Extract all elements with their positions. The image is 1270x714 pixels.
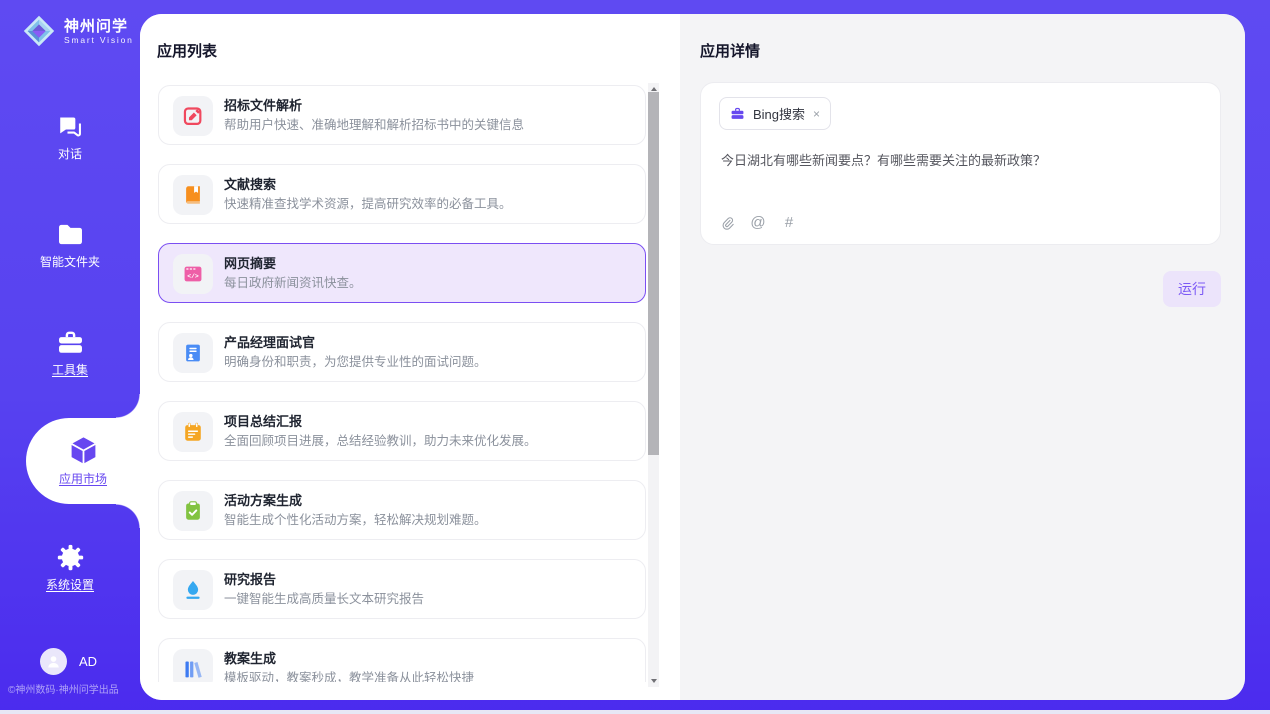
sidebar-active-bubble: 应用市场 xyxy=(26,418,140,504)
app-desc: 明确身份和职责，为您提供专业性的面试问题。 xyxy=(224,351,633,370)
app-desc: 快速精准查找学术资源，提高研究效率的必备工具。 xyxy=(224,193,633,212)
app-desc: 全面回顾项目进展，总结经验教训，助力未来优化发展。 xyxy=(224,430,633,449)
hash-icon[interactable]: # xyxy=(781,215,797,231)
brand-title: 神州问学 xyxy=(64,18,134,35)
browser-code-icon: </> xyxy=(173,254,213,294)
user-name: AD xyxy=(79,654,97,669)
sidebar-footer-text: ©神州数码·神州问学出品 xyxy=(8,681,119,696)
app-list: 招标文件解析 帮助用户快速、准确地理解和解析招标书中的关键信息 文献搜索 快速精… xyxy=(140,83,680,682)
app-logo: 神州问学 Smart Vision xyxy=(20,12,134,50)
scroll-down-arrow[interactable] xyxy=(648,675,659,687)
close-icon[interactable]: × xyxy=(813,108,820,120)
app-list-scrollbar[interactable] xyxy=(648,83,659,687)
app-card-project-summary[interactable]: 项目总结汇报 全面回顾项目进展，总结经验教训，助力未来优化发展。 xyxy=(158,401,646,461)
calendar-icon xyxy=(173,412,213,452)
app-title: 项目总结汇报 xyxy=(224,411,302,430)
app-card-research-report[interactable]: 研究报告 一键智能生成高质量长文本研究报告 xyxy=(158,559,646,619)
app-card-web-summary-selected[interactable]: </> 网页摘要 每日政府新闻资讯快查。 xyxy=(158,243,646,303)
doc-person-icon xyxy=(173,333,213,373)
brand-subtitle: Smart Vision xyxy=(64,35,134,45)
app-title: 产品经理面试官 xyxy=(224,332,315,351)
pen-square-icon xyxy=(173,96,213,136)
gear-icon xyxy=(56,543,85,572)
folder-icon xyxy=(56,220,85,249)
briefcase-icon xyxy=(730,106,745,121)
app-desc: 每日政府新闻资讯快查。 xyxy=(224,272,633,291)
app-card-event-plan[interactable]: 活动方案生成 智能生成个性化活动方案，轻松解决规划难题。 xyxy=(158,480,646,540)
app-title: 研究报告 xyxy=(224,569,276,588)
sidebar-item-label: 智能文件夹 xyxy=(40,253,100,270)
detail-panel: 应用详情 Bing搜索 × 今日湖北有哪些新闻要点？有哪些需要关注的最新政策？ … xyxy=(680,14,1245,700)
app-title: 教案生成 xyxy=(224,648,276,667)
sidebar-item-label: 工具集 xyxy=(52,361,88,378)
run-button[interactable]: 运行 xyxy=(1163,271,1221,307)
app-card-pm-interviewer[interactable]: 产品经理面试官 明确身份和职责，为您提供专业性的面试问题。 xyxy=(158,322,646,382)
window-bottom-edge xyxy=(0,710,1270,714)
detail-panel-title: 应用详情 xyxy=(700,40,760,61)
scrollbar-thumb[interactable] xyxy=(648,92,659,455)
app-card-lesson-plan[interactable]: 教案生成 模板驱动，教案秒成，教学准备从此轻松快捷 xyxy=(158,638,646,682)
app-desc: 模板驱动，教案秒成，教学准备从此轻松快捷 xyxy=(224,667,633,682)
books-icon xyxy=(173,649,213,682)
at-icon[interactable]: @ xyxy=(750,215,766,231)
sidebar-item-app-market[interactable]: 应用市场 xyxy=(26,418,140,504)
sidebar-item-toolset[interactable]: 工具集 xyxy=(0,328,140,378)
app-title: 招标文件解析 xyxy=(224,95,302,114)
app-card-bid-doc-parse[interactable]: 招标文件解析 帮助用户快速、准确地理解和解析招标书中的关键信息 xyxy=(158,85,646,145)
sidebar-item-chat[interactable]: 对话 xyxy=(0,112,140,162)
chat-icon xyxy=(56,112,85,141)
ink-drop-icon xyxy=(173,570,213,610)
app-desc: 智能生成个性化活动方案，轻松解决规划难题。 xyxy=(224,509,633,528)
content-shell: 应用列表 招标文件解析 帮助用户快速、准确地理解和解析招标书中的关键信息 文献搜… xyxy=(140,14,1245,700)
app-desc: 帮助用户快速、准确地理解和解析招标书中的关键信息 xyxy=(224,114,633,133)
user-icon xyxy=(45,653,62,670)
sidebar-item-smart-folder[interactable]: 智能文件夹 xyxy=(0,220,140,270)
app-desc: 一键智能生成高质量长文本研究报告 xyxy=(224,588,633,607)
tool-tag-bing-search[interactable]: Bing搜索 × xyxy=(719,97,831,130)
app-title: 文献搜索 xyxy=(224,174,276,193)
paperclip-icon[interactable] xyxy=(719,215,735,231)
app-card-literature-search[interactable]: 文献搜索 快速精准查找学术资源，提高研究效率的必备工具。 xyxy=(158,164,646,224)
composer-toolbar: @ # xyxy=(719,215,797,231)
cube-icon xyxy=(68,435,99,466)
user-account[interactable]: AD xyxy=(40,648,97,675)
avatar xyxy=(40,648,67,675)
query-input[interactable]: 今日湖北有哪些新闻要点？有哪些需要关注的最新政策？ xyxy=(721,151,1200,170)
sidebar-item-label: 对话 xyxy=(58,145,82,162)
sidebar-item-label: 应用市场 xyxy=(59,470,107,487)
apps-panel-title: 应用列表 xyxy=(157,40,217,61)
app-title: 网页摘要 xyxy=(224,253,276,272)
book-icon xyxy=(173,175,213,215)
sidebar-item-label: 系统设置 xyxy=(46,576,94,593)
toolbox-icon xyxy=(56,328,85,357)
tool-tag-label: Bing搜索 xyxy=(753,104,805,123)
composer-card: Bing搜索 × 今日湖北有哪些新闻要点？有哪些需要关注的最新政策？ @ # xyxy=(700,82,1221,245)
sidebar: 神州问学 Smart Vision 对话 智能文件夹 工具集 应用市场 系统设置… xyxy=(0,0,140,714)
apps-panel: 应用列表 招标文件解析 帮助用户快速、准确地理解和解析招标书中的关键信息 文献搜… xyxy=(140,14,680,700)
app-title: 活动方案生成 xyxy=(224,490,302,509)
svg-text:</>: </> xyxy=(187,273,199,280)
clipboard-check-icon xyxy=(173,491,213,531)
sidebar-item-settings[interactable]: 系统设置 xyxy=(0,543,140,593)
diamond-logo-icon xyxy=(20,12,58,50)
